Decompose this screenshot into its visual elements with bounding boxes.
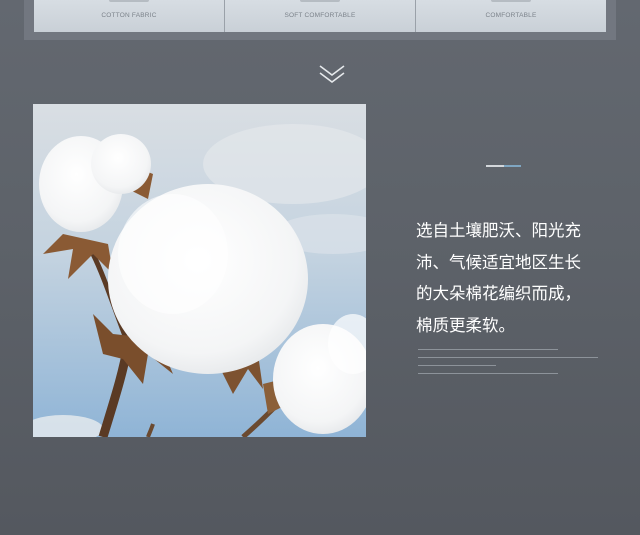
double-chevron-down-icon[interactable] — [318, 63, 346, 85]
accent-segment-light — [486, 165, 504, 167]
divider-line — [418, 373, 558, 374]
divider-line — [418, 357, 598, 358]
feature-cotton-fabric: COTTON FABRIC — [34, 0, 225, 32]
description-line: 沛、气候适宜地区生长 — [416, 252, 581, 272]
description-line: 选自土壤肥沃、阳光充 — [416, 221, 581, 240]
feature-label: COMFORTABLE — [485, 12, 537, 19]
feature-strip: COTTON FABRIC SOFT COMFORTABLE COMFORTAB… — [34, 0, 606, 32]
decorative-lines — [418, 349, 603, 379]
product-description: 选自土壤肥沃、阳光充 沛、气候适宜地区生长 的大朵棉花编织而成， 棉质更柔软。 — [416, 215, 616, 341]
description-line: 棉质更柔软。 — [416, 315, 515, 335]
feature-soft-comfortable: SOFT COMFORTABLE — [225, 0, 416, 32]
feature-label: SOFT COMFORTABLE — [284, 12, 356, 19]
cotton-photo — [33, 104, 366, 437]
description-line: 的大朵棉花编织而成， — [416, 284, 581, 303]
feature-title-fragment — [109, 0, 149, 2]
feature-title-fragment — [491, 0, 531, 2]
divider-line — [418, 365, 496, 366]
divider-line — [418, 349, 558, 350]
accent-segment-blue — [504, 165, 521, 167]
feature-comfortable: COMFORTABLE — [416, 0, 606, 32]
accent-bar — [486, 165, 521, 168]
feature-label: COTTON FABRIC — [101, 12, 157, 19]
feature-title-fragment — [300, 0, 340, 2]
